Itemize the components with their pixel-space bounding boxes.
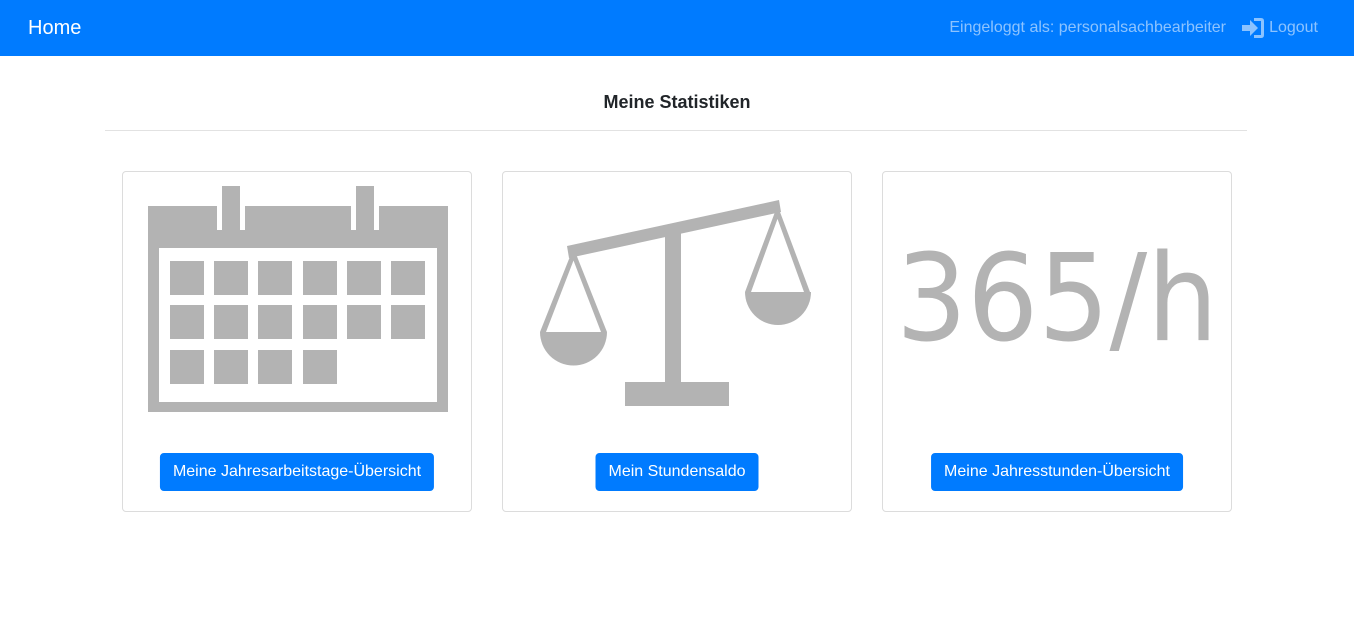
title-divider — [105, 130, 1247, 131]
navbar: Home Eingeloggt als: personalsachbearbei… — [0, 0, 1354, 56]
hours-365-text: 365/h — [896, 230, 1218, 369]
logout-link[interactable]: Logout — [1242, 18, 1318, 38]
jahresstunden-button[interactable]: Meine Jahresstunden-Übersicht — [931, 453, 1183, 491]
stundensaldo-button[interactable]: Mein Stundensaldo — [595, 453, 759, 491]
logout-label: Logout — [1269, 19, 1318, 36]
card-stundensaldo: Mein Stundensaldo — [502, 171, 852, 512]
jahresarbeitstage-button[interactable]: Meine Jahresarbeitstage-Übersicht — [159, 453, 435, 491]
hours-365-icon: 365/h — [883, 172, 1231, 422]
sign-out-icon — [1242, 18, 1265, 38]
calendar-icon — [123, 172, 471, 422]
page-title: Meine Statistiken — [603, 92, 751, 112]
home-link[interactable]: Home — [28, 15, 81, 41]
logged-in-user-text: Eingeloggt als: personalsachbearbeiter — [949, 19, 1226, 36]
balance-scale-icon — [503, 172, 851, 422]
card-jahresstunden: 365/h Meine Jahresstunden-Übersicht — [882, 171, 1232, 512]
card-jahresarbeitstage: Meine Jahresarbeitstage-Übersicht — [122, 171, 472, 512]
